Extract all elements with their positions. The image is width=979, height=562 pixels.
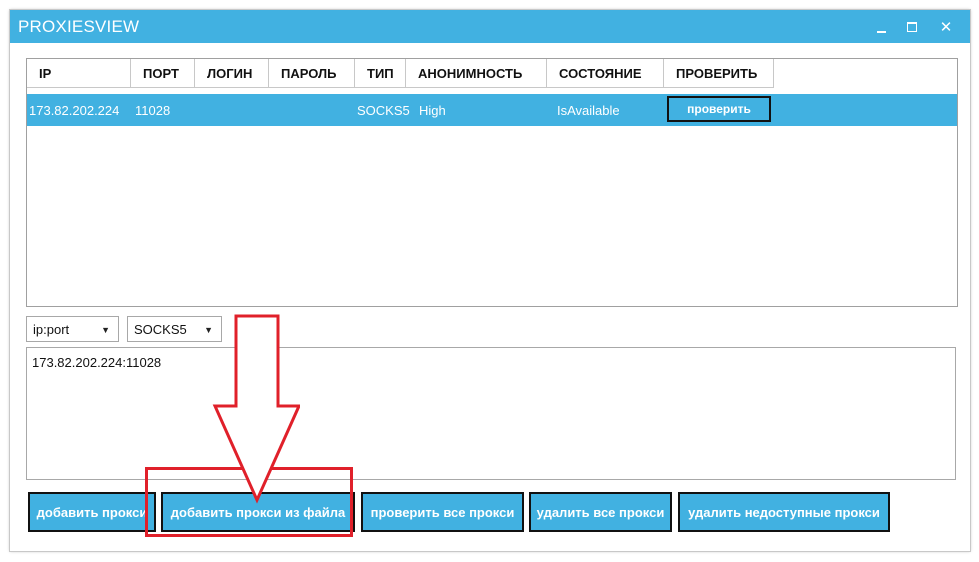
check-all-proxies-button[interactable]: проверить все прокси bbox=[361, 492, 524, 532]
add-proxy-button[interactable]: добавить прокси bbox=[28, 492, 156, 532]
arrow-down-icon bbox=[212, 314, 300, 504]
cell-status: IsAvailable bbox=[557, 102, 620, 118]
table-row[interactable]: 173.82.202.224 11028 SOCKS5 High IsAvail… bbox=[27, 94, 957, 126]
delete-unavailable-proxies-button[interactable]: удалить недоступные прокси bbox=[678, 492, 890, 532]
window-title: PROXIESVIEW bbox=[18, 17, 140, 36]
maximize-icon bbox=[907, 21, 917, 32]
close-icon: ✕ bbox=[939, 18, 953, 36]
title-bar[interactable]: PROXIESVIEW ✕ bbox=[10, 10, 970, 43]
delete-all-proxies-button[interactable]: удалить все прокси bbox=[529, 492, 672, 532]
cell-type: SOCKS5 bbox=[357, 102, 410, 118]
cell-password bbox=[269, 94, 355, 126]
proxies-grid[interactable]: IP ПОРТ ЛОГИН ПАРОЛЬ ТИП АНОНИМНОСТЬ СОС… bbox=[26, 58, 958, 307]
format-select-value: ip:port bbox=[33, 321, 70, 337]
column-header-anonymity[interactable]: АНОНИМНОСТЬ bbox=[406, 59, 547, 88]
grid-header: IP ПОРТ ЛОГИН ПАРОЛЬ ТИП АНОНИМНОСТЬ СОС… bbox=[27, 59, 957, 89]
column-header-type[interactable]: ТИП bbox=[355, 59, 406, 88]
column-header-port[interactable]: ПОРТ bbox=[131, 59, 195, 88]
proxy-input-text: 173.82.202.224:11028 bbox=[32, 355, 162, 370]
minimize-button[interactable] bbox=[866, 10, 896, 43]
chevron-down-icon: ▼ bbox=[101, 325, 110, 335]
column-header-password[interactable]: ПАРОЛЬ bbox=[269, 59, 355, 88]
proxy-input-textarea[interactable]: 173.82.202.224:11028 bbox=[26, 347, 956, 480]
cell-login bbox=[195, 94, 269, 126]
close-button[interactable]: ✕ bbox=[931, 10, 961, 43]
column-header-status[interactable]: СОСТОЯНИЕ bbox=[547, 59, 664, 88]
column-header-ip[interactable]: IP bbox=[27, 59, 131, 88]
column-header-login[interactable]: ЛОГИН bbox=[195, 59, 269, 88]
cell-anonymity: High bbox=[419, 102, 446, 118]
column-header-check[interactable]: ПРОВЕРИТЬ bbox=[664, 59, 774, 88]
maximize-button[interactable] bbox=[897, 10, 927, 43]
minimize-icon bbox=[876, 30, 886, 33]
cell-port: 11028 bbox=[135, 102, 171, 118]
check-proxy-button[interactable]: проверить bbox=[667, 96, 771, 122]
cell-ip: 173.82.202.224 bbox=[29, 102, 120, 118]
format-select[interactable]: ip:port ▼ bbox=[26, 316, 119, 342]
proxy-type-select-value: SOCKS5 bbox=[134, 321, 187, 337]
